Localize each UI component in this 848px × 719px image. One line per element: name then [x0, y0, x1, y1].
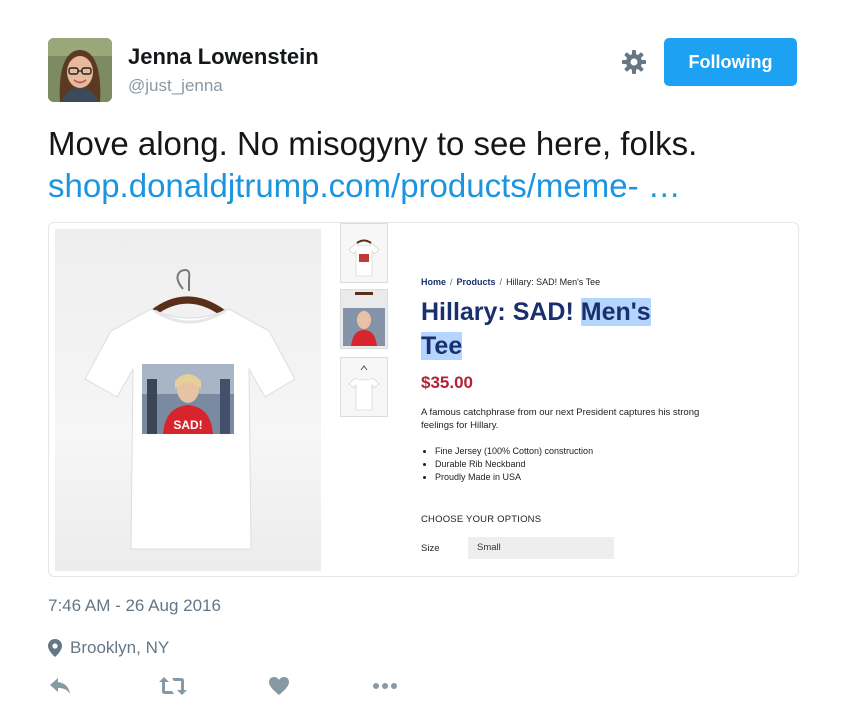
- author-handle[interactable]: @just_jenna: [128, 76, 223, 96]
- feature-item: Durable Rib Neckband: [435, 458, 781, 471]
- product-title-highlight-2: Tee: [421, 332, 463, 360]
- retweet-icon[interactable]: [158, 674, 188, 698]
- product-title-highlight-1: Men's: [580, 298, 651, 326]
- gear-icon[interactable]: [620, 48, 648, 76]
- breadcrumb-home[interactable]: Home: [421, 277, 446, 287]
- tweet-timestamp[interactable]: 7:46 AM - 26 Aug 2016: [48, 596, 221, 616]
- feature-list: Fine Jersey (100% Cotton) construction D…: [421, 445, 781, 484]
- size-label: Size: [421, 543, 440, 554]
- breadcrumb-current: Hillary: SAD! Men's Tee: [506, 277, 601, 287]
- link-preview-card[interactable]: SAD! Home / Products / Hillary: SAD! Men's T…: [48, 222, 799, 577]
- product-title: Hillary: SAD! Men's Tee: [421, 295, 781, 363]
- following-button[interactable]: Following: [664, 38, 797, 86]
- thumbnail-2[interactable]: [340, 289, 388, 349]
- size-row: Size Small: [421, 537, 781, 561]
- product-details: Home / Products / Hillary: SAD! Men's Tee Hi…: [421, 277, 781, 561]
- product-photo: SAD!: [55, 229, 321, 571]
- author-name[interactable]: Jenna Lowenstein: [128, 44, 319, 70]
- product-description: A famous catchphrase from our next Presi…: [421, 407, 700, 431]
- thumbnail-3[interactable]: [340, 357, 388, 417]
- feature-item: Proudly Made in USA: [435, 471, 781, 484]
- tweet-location[interactable]: Brooklyn, NY: [48, 638, 169, 658]
- like-icon[interactable]: [267, 674, 297, 698]
- breadcrumb: Home / Products / Hillary: SAD! Men's Tee: [421, 277, 601, 287]
- more-icon[interactable]: [370, 674, 400, 698]
- shirt-caption: SAD!: [173, 418, 202, 432]
- options-label: CHOOSE YOUR OPTIONS: [421, 514, 542, 525]
- tweet-text: Move along. No misogyny to see here, fol…: [48, 125, 698, 162]
- thumbnail-1[interactable]: [340, 223, 388, 283]
- product-title-plain: Hillary: SAD!: [421, 298, 581, 326]
- product-price: $35.00: [421, 373, 473, 392]
- tweet-link[interactable]: shop.donaldjtrump.com/products/meme- …: [48, 166, 681, 206]
- user-avatar[interactable]: [48, 38, 112, 102]
- reply-icon[interactable]: [48, 674, 78, 698]
- size-select[interactable]: Small: [468, 537, 614, 559]
- location-label: Brooklyn, NY: [70, 638, 170, 657]
- breadcrumb-products[interactable]: Products: [457, 277, 496, 287]
- feature-item: Fine Jersey (100% Cotton) construction: [435, 445, 781, 458]
- location-pin-icon: [48, 639, 62, 657]
